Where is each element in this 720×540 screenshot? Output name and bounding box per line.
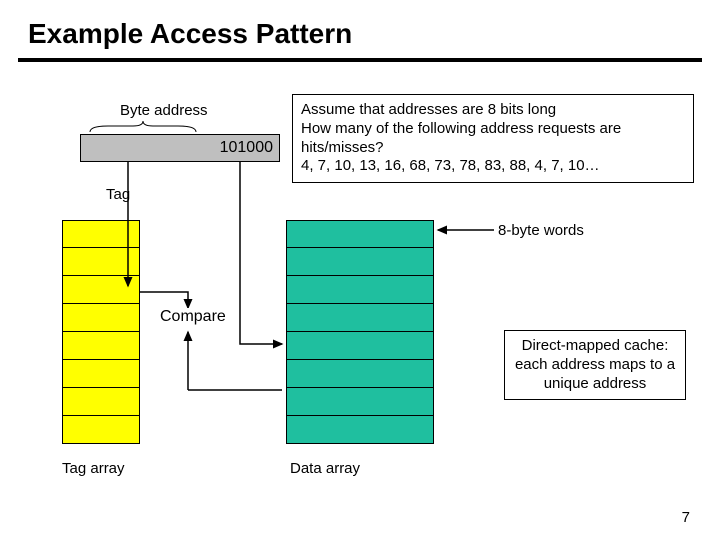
data-array-label: Data array (290, 460, 360, 477)
address-bits: 101000 (220, 139, 273, 157)
data-array-cell (286, 220, 434, 248)
tag-array-cell (62, 304, 140, 332)
byte-address-label: Byte address (120, 102, 208, 119)
assumption-box: Assume that addresses are 8 bits longHow… (292, 94, 694, 183)
direct-mapped-box: Direct-mapped cache: each address maps t… (504, 330, 686, 400)
tag-array-label: Tag array (62, 460, 125, 477)
tag-array-cell (62, 360, 140, 388)
compare-label: Compare (158, 308, 228, 326)
tag-label: Tag (106, 186, 130, 203)
brace-icon (88, 120, 198, 134)
words-label: 8-byte words (498, 222, 584, 239)
tag-array-cell (62, 220, 140, 248)
tag-array-cell (62, 248, 140, 276)
page-title: Example Access Pattern (0, 0, 720, 58)
data-array-cell (286, 304, 434, 332)
title-rule (18, 58, 702, 62)
tag-array-cell (62, 276, 140, 304)
data-array-cell (286, 332, 434, 360)
data-array-cell (286, 416, 434, 444)
data-array-cell (286, 360, 434, 388)
tag-array-cell (62, 416, 140, 444)
data-array (286, 220, 434, 444)
tag-array (62, 220, 140, 444)
tag-array-cell (62, 388, 140, 416)
diagram-stage: Byte address 101000 Tag Assume that addr… (0, 70, 720, 540)
data-array-cell (286, 248, 434, 276)
address-box: 101000 (80, 134, 280, 162)
data-array-cell (286, 276, 434, 304)
tag-array-cell (62, 332, 140, 360)
page-number: 7 (682, 509, 690, 526)
data-array-cell (286, 388, 434, 416)
